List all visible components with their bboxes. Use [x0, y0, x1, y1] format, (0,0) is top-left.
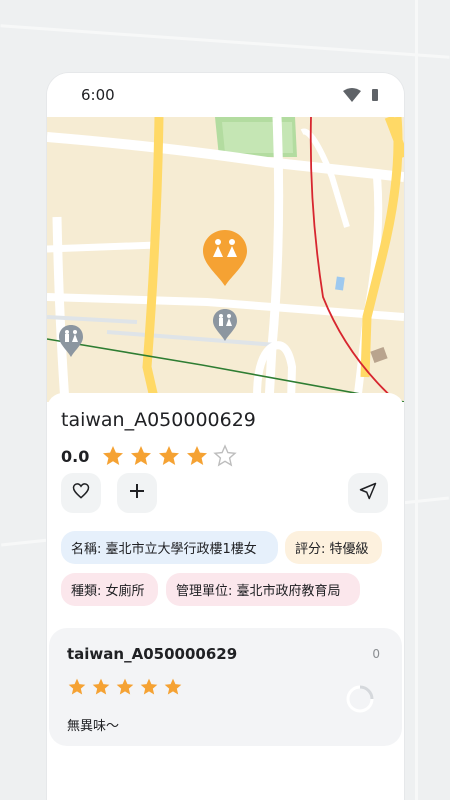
- star-filled-icon[interactable]: [101, 444, 125, 468]
- star-filled-icon: [163, 677, 183, 697]
- star-filled-icon[interactable]: [157, 444, 181, 468]
- chip-name: 名稱: 臺北市立大學行政樓1樓女: [61, 531, 278, 564]
- status-time: 6:00: [81, 86, 115, 104]
- loading-spinner-icon: [344, 683, 376, 719]
- star-filled-icon: [139, 677, 159, 697]
- star-empty-icon[interactable]: [213, 444, 238, 468]
- rating-value: 0.0: [61, 446, 90, 466]
- background-line: [0, 24, 450, 59]
- review-text: 無異味～: [67, 719, 120, 734]
- rating-stars[interactable]: [101, 444, 238, 468]
- star-filled-icon: [115, 677, 135, 697]
- phone-screen: 6:00 taiwan_A050000629 0.0 名稱: 臺北市立大學行政樓…: [47, 73, 404, 800]
- restroom-marker-selected[interactable]: [203, 230, 247, 290]
- review-stars: [67, 677, 183, 697]
- place-detail-sheet: taiwan_A050000629 0.0 名稱: 臺北市立大學行政樓1樓女 評…: [47, 393, 404, 800]
- restroom-marker[interactable]: [59, 325, 83, 361]
- rating-row: 0.0: [61, 444, 238, 468]
- plus-icon: [127, 481, 147, 505]
- review-count: 0: [372, 647, 380, 661]
- star-filled-icon[interactable]: [129, 444, 153, 468]
- map-view[interactable]: [47, 115, 404, 404]
- status-bar: 6:00: [47, 73, 404, 117]
- restroom-marker[interactable]: [213, 309, 237, 345]
- star-filled-icon: [91, 677, 111, 697]
- heart-icon: [71, 481, 91, 505]
- chip-grade: 評分: 特優級: [285, 531, 382, 564]
- chip-type: 種類: 女廁所: [61, 573, 158, 606]
- favorite-button[interactable]: [61, 473, 101, 513]
- place-title: taiwan_A050000629: [61, 409, 256, 431]
- add-button[interactable]: [117, 473, 157, 513]
- review-title: taiwan_A050000629: [67, 645, 238, 663]
- battery-icon: [372, 89, 378, 101]
- background-line: [415, 0, 418, 800]
- navigate-icon: [358, 481, 378, 505]
- chip-manager: 管理單位: 臺北市政府教育局: [166, 573, 360, 606]
- wifi-icon: [343, 87, 361, 106]
- star-filled-icon: [67, 677, 87, 697]
- navigate-button[interactable]: [348, 473, 388, 513]
- star-filled-icon[interactable]: [185, 444, 209, 468]
- review-card[interactable]: taiwan_A050000629 0 無異味～: [49, 628, 402, 746]
